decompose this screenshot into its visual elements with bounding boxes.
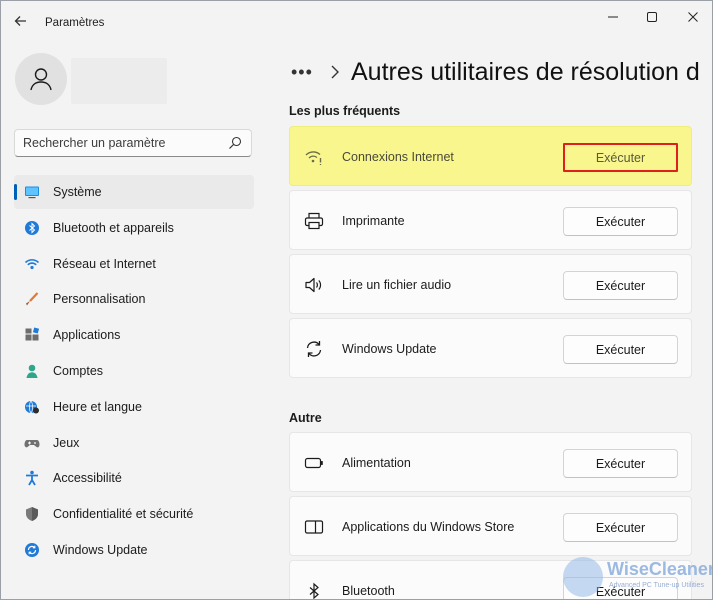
close-icon[interactable]	[678, 7, 708, 27]
gamepad-icon	[24, 439, 40, 447]
troubleshooter-card-store-apps: Applications du Windows Store Exécuter	[289, 496, 692, 556]
sidebar-item-applications[interactable]: Applications	[14, 318, 254, 352]
update-icon	[25, 542, 39, 557]
wifi-icon	[24, 258, 40, 269]
troubleshooter-label: Connexions Internet	[342, 150, 454, 164]
update-icon	[306, 341, 322, 357]
troubleshooter-card-internet: Connexions Internet Exécuter	[289, 126, 692, 186]
person-icon	[30, 68, 52, 91]
sidebar-item-reseau[interactable]: Réseau et Internet	[14, 247, 254, 281]
run-troubleshooter-button[interactable]: Exécuter	[563, 335, 678, 364]
troubleshooter-label: Applications du Windows Store	[342, 520, 515, 534]
search-input[interactable]	[23, 134, 223, 152]
store-apps-icon	[304, 520, 324, 534]
sidebar-item-label: Applications	[53, 328, 121, 343]
shield-icon	[26, 507, 38, 522]
troubleshooter-label: Bluetooth	[342, 584, 395, 598]
wisecleaner-logo-icon	[563, 557, 603, 597]
bluetooth-icon	[25, 220, 39, 235]
profile-name-redacted	[71, 58, 167, 104]
wifi-warning-icon	[305, 151, 322, 165]
search-box[interactable]	[14, 129, 252, 157]
sidebar-item-comptes[interactable]: Comptes	[14, 354, 254, 388]
printer-icon	[304, 212, 324, 230]
avatar[interactable]	[15, 53, 67, 105]
minimize-icon[interactable]	[598, 7, 628, 27]
chevron-right-icon	[331, 65, 339, 79]
sidebar-item-label: Accessibilité	[53, 471, 122, 486]
bluetooth-icon	[309, 582, 319, 599]
maximize-icon[interactable]	[637, 7, 667, 27]
troubleshooter-card-power: Alimentation Exécuter	[289, 432, 692, 492]
sidebar-item-heure[interactable]: Heure et langue	[14, 390, 254, 424]
breadcrumb: ••• Autres utilitaires de résolution d	[291, 57, 700, 87]
page-title: Autres utilitaires de résolution d	[351, 57, 700, 86]
sidebar-item-label: Windows Update	[53, 542, 148, 557]
sidebar-item-label: Heure et langue	[53, 399, 142, 414]
troubleshooter-label: Alimentation	[342, 456, 411, 470]
apps-icon	[25, 327, 40, 341]
watermark-title: WiseCleaner	[607, 559, 713, 579]
section-title-other: Autre	[289, 411, 322, 425]
search-icon[interactable]	[228, 136, 242, 150]
sidebar-item-windows-update[interactable]: Windows Update	[14, 533, 254, 567]
troubleshooter-card-windows-update: Windows Update Exécuter	[289, 318, 692, 378]
run-troubleshooter-button[interactable]: Exécuter	[563, 513, 678, 542]
sidebar-item-personnalisation[interactable]: Personnalisation	[14, 282, 254, 316]
watermark-subtitle: Advanced PC Tune-up Utilities	[609, 582, 704, 589]
breadcrumb-more-button[interactable]: •••	[291, 62, 321, 83]
troubleshooter-label: Imprimante	[342, 214, 405, 228]
wisecleaner-watermark: WiseCleaner Advanced PC Tune-up Utilitie…	[563, 555, 713, 599]
sidebar-item-label: Personnalisation	[53, 292, 146, 307]
back-arrow-icon[interactable]	[11, 11, 31, 31]
app-title: Paramètres	[45, 17, 105, 29]
sidebar-item-label: Jeux	[53, 435, 80, 450]
sidebar-item-label: Confidentialité et sécurité	[53, 507, 194, 522]
section-title-frequent: Les plus fréquents	[289, 104, 401, 118]
sidebar-item-bluetooth[interactable]: Bluetooth et appareils	[14, 211, 254, 245]
sidebar-item-jeux[interactable]: Jeux	[14, 426, 254, 460]
globe-clock-icon	[25, 400, 39, 414]
accessibility-icon	[26, 471, 38, 486]
troubleshooter-label: Lire un fichier audio	[342, 278, 452, 292]
run-troubleshooter-button[interactable]: Exécuter	[563, 271, 678, 300]
battery-icon	[304, 457, 323, 469]
sidebar-item-confidentialite[interactable]: Confidentialité et sécurité	[14, 497, 254, 531]
title-bar: Paramètres	[1, 1, 712, 41]
person-icon	[26, 364, 38, 378]
sidebar-item-systeme[interactable]: Système	[14, 175, 254, 209]
run-troubleshooter-button[interactable]: Exécuter	[563, 207, 678, 236]
sidebar-item-label: Comptes	[53, 363, 104, 378]
monitor-icon	[25, 186, 39, 199]
troubleshooter-card-printer: Imprimante Exécuter	[289, 190, 692, 250]
troubleshooter-card-audio: Lire un fichier audio Exécuter	[289, 254, 692, 314]
sidebar-item-label: Réseau et Internet	[53, 256, 156, 271]
troubleshooter-label: Windows Update	[342, 342, 437, 356]
sidebar-nav: Système Bluetooth et appareils Réseau et…	[14, 175, 254, 569]
settings-window: Paramètres Système	[0, 0, 713, 600]
speaker-icon	[305, 277, 322, 293]
sidebar-item-accessibilite[interactable]: Accessibilité	[14, 461, 254, 495]
sidebar-item-label: Système	[53, 185, 102, 199]
brush-icon	[26, 292, 39, 306]
sidebar-item-label: Bluetooth et appareils	[53, 220, 174, 235]
run-troubleshooter-button[interactable]: Exécuter	[563, 449, 678, 478]
run-troubleshooter-button[interactable]: Exécuter	[563, 143, 678, 172]
active-indicator	[14, 184, 17, 200]
